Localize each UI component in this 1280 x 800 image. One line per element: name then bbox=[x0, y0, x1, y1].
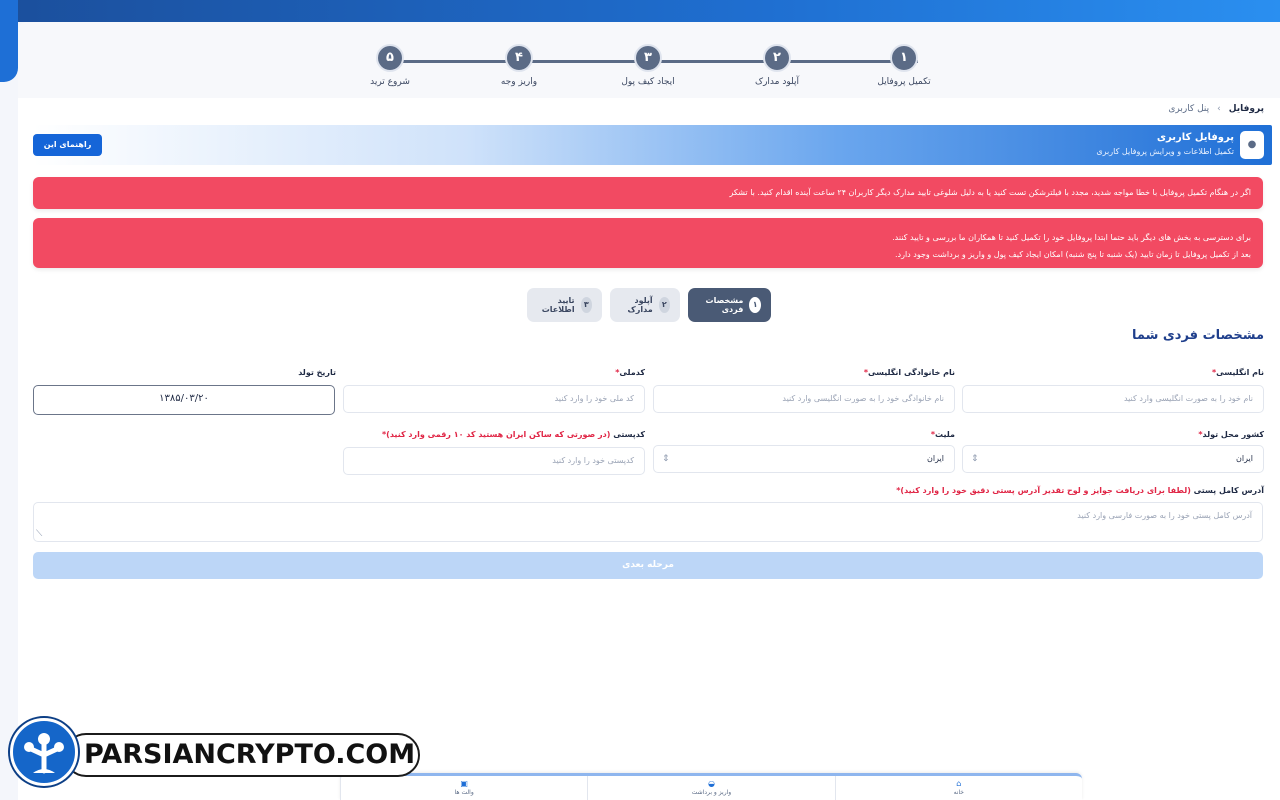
step-label: ایجاد کیف پول bbox=[621, 77, 675, 87]
postal-code-input[interactable]: کدپستی خود را وارد کنید bbox=[343, 447, 645, 475]
error-alert-filter: اگر در هنگام تکمیل پروفایل با خطا مواجه … bbox=[33, 177, 1263, 209]
birth-country-select[interactable]: ایران bbox=[962, 445, 1264, 473]
address-note: (لطفا برای دریافت جوایز و لوح تقدیر آدرس… bbox=[900, 486, 1191, 495]
site-watermark: PARSIANCRYPTO.COM bbox=[8, 718, 420, 786]
wallet-icon: ◒ bbox=[708, 779, 715, 788]
english-name-label: نام انگلیسی* bbox=[1212, 368, 1264, 377]
label-text: تاریخ تولد bbox=[298, 368, 336, 377]
label-text: نام انگلیسی bbox=[1216, 368, 1264, 377]
breadcrumb-separator-icon: › bbox=[1217, 104, 1221, 114]
step-label: آپلود مدارک bbox=[755, 77, 799, 87]
nav-label: خانه bbox=[953, 789, 965, 796]
alert-line: برای دسترسی به بخش های دیگر باید حتما اب… bbox=[892, 233, 1251, 242]
step-label: شروع ترید bbox=[370, 77, 410, 87]
sidebar-accent bbox=[0, 0, 18, 82]
address-textarea[interactable]: آدرس کامل پستی خود را به صورت فارسی وارد… bbox=[33, 502, 1263, 542]
step-complete-profile[interactable]: ۱ تکمیل پروفایل bbox=[849, 44, 959, 87]
alert-line: بعد از تکمیل پروفایل تا زمان تایید (یک ش… bbox=[894, 250, 1251, 259]
label-text: نام خانوادگی انگلیسی bbox=[868, 368, 955, 377]
main-card: ۱ تکمیل پروفایل ۲ آپلود مدارک ۳ ایجاد کی… bbox=[18, 22, 1280, 800]
tree-logo-icon bbox=[24, 733, 64, 774]
breadcrumb: پروفایل › پنل کاربری bbox=[1168, 104, 1264, 114]
step-label: تکمیل پروفایل bbox=[877, 77, 931, 87]
label-text: کدملی bbox=[619, 368, 645, 377]
next-step-button[interactable]: مرحله بعدی bbox=[33, 552, 1263, 579]
step-upload-documents[interactable]: ۲ آپلود مدارک bbox=[722, 44, 832, 87]
step-deposit[interactable]: ۴ واریز وجه bbox=[464, 44, 574, 87]
nationality-label: ملیت* bbox=[931, 430, 955, 439]
step-number: ۱ bbox=[890, 44, 918, 72]
profile-tabs: ۱ مشخصات فردی ۲ آپلود مدارک ۳ تایید اطلا… bbox=[527, 288, 771, 322]
home-icon: ⌂ bbox=[956, 779, 962, 788]
breadcrumb-root-link[interactable]: پنل کاربری bbox=[1168, 104, 1209, 114]
nationality-select[interactable]: ایران bbox=[653, 445, 955, 473]
postal-code-label: کدپستی (در صورتی که ساکن ایران هستید کد … bbox=[382, 430, 645, 439]
english-family-input[interactable]: نام خانوادگی خود را به صورت انگلیسی وارد… bbox=[653, 385, 955, 413]
top-header-band bbox=[0, 0, 1280, 22]
postal-code-note: (در صورتی که ساکن ایران هستید کد ۱۰ رقمی… bbox=[386, 430, 611, 439]
step-number: ۲ bbox=[763, 44, 791, 72]
tab-number: ۱ bbox=[749, 297, 761, 313]
tab-personal-info[interactable]: ۱ مشخصات فردی bbox=[688, 288, 771, 322]
birth-date-input[interactable]: ۱۳۸۵/۰۳/۲۰ bbox=[33, 385, 335, 415]
onboarding-stepper: ۱ تکمیل پروفایل ۲ آپلود مدارک ۳ ایجاد کی… bbox=[18, 22, 1280, 98]
section-guide-button[interactable]: راهنمای این بخش bbox=[33, 134, 102, 171]
address-placeholder: آدرس کامل پستی خود را به صورت فارسی وارد… bbox=[1077, 511, 1252, 520]
national-code-input[interactable]: کد ملی خود را وارد کنید bbox=[343, 385, 645, 413]
step-number: ۵ bbox=[376, 44, 404, 72]
bottom-navigation: ▣ والت ها ◒ واریز و برداشت ⌂ خانه bbox=[340, 773, 1082, 800]
nav-label: والت ها bbox=[454, 789, 474, 796]
nav-label: واریز و برداشت bbox=[691, 789, 732, 796]
tab-number: ۳ bbox=[580, 297, 592, 313]
label-text: کشور محل تولد bbox=[1202, 430, 1265, 439]
label-text: آدرس کامل پستی bbox=[1193, 486, 1264, 495]
breadcrumb-current: پروفایل bbox=[1228, 104, 1264, 114]
step-label: واریز وجه bbox=[500, 77, 538, 87]
form-section-title: مشخصات فردی شما bbox=[1131, 328, 1264, 343]
watermark-logo-icon bbox=[10, 718, 78, 786]
birth-country-label: کشور محل تولد* bbox=[1198, 430, 1264, 439]
birth-date-label: تاریخ تولد bbox=[298, 368, 336, 377]
step-create-wallet[interactable]: ۳ ایجاد کیف پول bbox=[593, 44, 703, 87]
tab-label: آپلود مدارک bbox=[627, 296, 653, 314]
step-number: ۴ bbox=[505, 44, 533, 72]
page-subtitle: تکمیل اطلاعات و ویرایش پروفایل کاربری bbox=[1096, 147, 1234, 156]
nav-item-home[interactable]: ⌂ خانه bbox=[834, 776, 1082, 800]
tab-number: ۲ bbox=[658, 297, 670, 313]
watermark-text: PARSIANCRYPTO.COM bbox=[64, 733, 420, 777]
tab-label: مشخصات فردی bbox=[705, 296, 744, 314]
label-text: کدپستی bbox=[613, 430, 645, 439]
national-code-label: کدملی* bbox=[615, 368, 645, 377]
tab-upload-documents[interactable]: ۲ آپلود مدارک bbox=[610, 288, 680, 322]
label-text: ملیت bbox=[935, 430, 955, 439]
step-start-trade[interactable]: ۵ شروع ترید bbox=[335, 44, 445, 87]
step-number: ۳ bbox=[634, 44, 662, 72]
tab-confirm-info[interactable]: ۳ تایید اطلاعات bbox=[527, 288, 602, 322]
english-family-label: نام خانوادگی انگلیسی* bbox=[864, 368, 955, 377]
profile-icon: ● bbox=[1240, 131, 1264, 159]
resize-grip-icon[interactable]: ⟋ bbox=[36, 529, 42, 539]
page-title: پروفایل کاربری bbox=[1156, 132, 1234, 143]
page-hero-banner: ● پروفایل کاربری تکمیل اطلاعات و ویرایش … bbox=[33, 125, 1272, 171]
info-alert-profile-required: برای دسترسی به بخش های دیگر باید حتما اب… bbox=[33, 218, 1263, 268]
nav-item-deposit-withdraw[interactable]: ◒ واریز و برداشت bbox=[587, 776, 834, 800]
address-label: آدرس کامل پستی (لطفا برای دریافت جوایز و… bbox=[896, 486, 1264, 495]
tab-label: تایید اطلاعات bbox=[541, 296, 575, 314]
english-name-input[interactable]: نام خود را به صورت انگلیسی وارد کنید bbox=[962, 385, 1264, 413]
